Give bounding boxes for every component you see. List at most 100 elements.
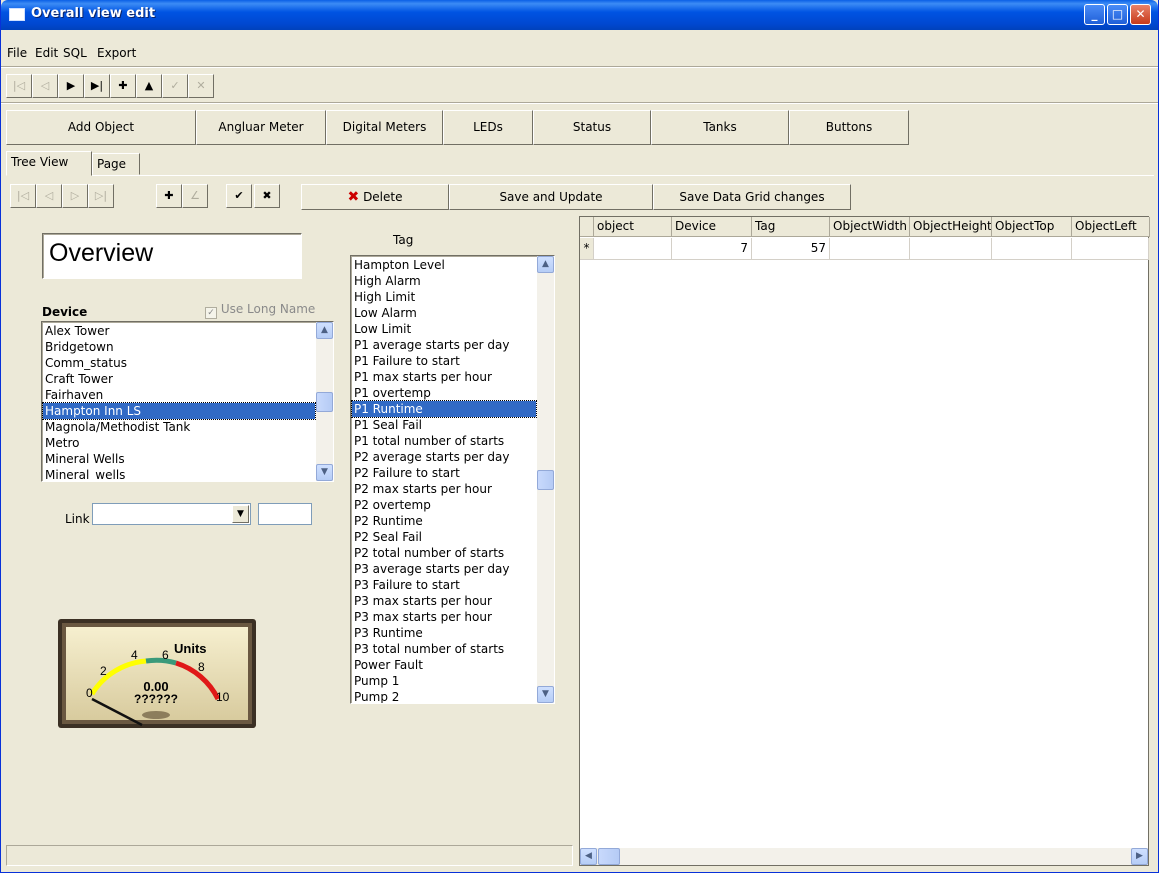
tag-item[interactable]: High Alarm xyxy=(352,273,536,289)
tag-scrollbar[interactable]: ▲ ▼ xyxy=(537,256,554,703)
nav-up-button[interactable]: ▲ xyxy=(136,74,162,98)
grid-cell-tag[interactable]: 57 xyxy=(752,238,830,260)
scroll-thumb[interactable] xyxy=(598,848,620,865)
device-item[interactable]: Magnola/Methodist Tank xyxy=(43,419,315,435)
tag-list[interactable]: Hampton Level High Alarm High Limit Low Ala… xyxy=(350,255,555,704)
tab-page[interactable]: Page xyxy=(92,153,140,175)
tag-item[interactable]: High Limit xyxy=(352,289,536,305)
device-item[interactable]: Craft Tower xyxy=(43,371,315,387)
menu-export[interactable]: Export xyxy=(97,46,136,60)
close-button[interactable]: ✕ xyxy=(1130,4,1151,25)
tag-item[interactable]: Low Alarm xyxy=(352,305,536,321)
nav-cancel-button[interactable]: ✕ xyxy=(188,74,214,98)
grid-cell-objecttop[interactable] xyxy=(992,238,1072,260)
overview-field[interactable]: Overview xyxy=(42,233,302,279)
tag-item[interactable]: P1 average starts per day xyxy=(352,337,536,353)
scroll-left-icon[interactable]: ◀ xyxy=(580,848,597,865)
use-long-name-checkbox[interactable]: ✓ Use Long Name xyxy=(205,302,315,319)
tag-item[interactable]: Pump 2 xyxy=(352,689,536,703)
tag-item[interactable]: P2 Seal Fail xyxy=(352,529,536,545)
grid-header-tag[interactable]: Tag xyxy=(752,217,830,237)
data-grid[interactable]: object Device Tag ObjectWidth ObjectHeig… xyxy=(579,216,1150,866)
tag-item[interactable]: P1 Seal Fail xyxy=(352,417,536,433)
tag-item[interactable]: P2 overtemp xyxy=(352,497,536,513)
tag-item[interactable]: Pump 1 xyxy=(352,673,536,689)
device-item[interactable]: Metro xyxy=(43,435,315,451)
grid-cell-objectheight[interactable] xyxy=(910,238,992,260)
tag-item[interactable]: P1 overtemp xyxy=(352,385,536,401)
tanks-button[interactable]: Tanks xyxy=(651,110,789,145)
grid-header-objectheight[interactable]: ObjectHeight xyxy=(910,217,992,237)
nav-add-button[interactable]: ✚ xyxy=(110,74,136,98)
link-combo[interactable]: ▼ xyxy=(92,503,251,525)
tag-item[interactable]: Power Fault xyxy=(352,657,536,673)
device-item[interactable]: Fairhaven xyxy=(43,387,315,403)
device-item[interactable]: Mineral Wells xyxy=(43,451,315,467)
scroll-down-icon[interactable]: ▼ xyxy=(537,686,554,703)
delete-button[interactable]: ✖ Delete xyxy=(301,184,449,210)
scroll-thumb[interactable] xyxy=(316,392,333,412)
scroll-right-icon[interactable]: ▶ xyxy=(1131,848,1148,865)
minimize-button[interactable]: _ xyxy=(1084,4,1105,25)
menu-edit[interactable]: Edit xyxy=(35,46,58,60)
tag-item[interactable]: P2 Failure to start xyxy=(352,465,536,481)
add-object-button[interactable]: Add Object xyxy=(6,110,196,145)
sub-last-button[interactable]: ▷| xyxy=(88,184,114,208)
angular-meter-button[interactable]: Angluar Meter xyxy=(196,110,326,145)
tag-item[interactable]: P2 Runtime xyxy=(352,513,536,529)
tag-item[interactable]: P2 max starts per hour xyxy=(352,481,536,497)
sub-cancel-button[interactable]: ✖ xyxy=(254,184,280,208)
grid-cell-objectleft[interactable] xyxy=(1072,238,1149,260)
grid-header-objectleft[interactable]: ObjectLeft xyxy=(1072,217,1150,237)
grid-cell-device[interactable]: 7 xyxy=(672,238,752,260)
device-item[interactable]: Hampton Inn LS xyxy=(42,402,316,420)
menu-file[interactable]: File xyxy=(7,46,27,60)
tag-item[interactable]: Low Limit xyxy=(352,321,536,337)
nav-prev-button[interactable]: ◁ xyxy=(32,74,58,98)
chevron-down-icon[interactable]: ▼ xyxy=(232,505,249,523)
tag-item[interactable]: P1 max starts per hour xyxy=(352,369,536,385)
scroll-up-icon[interactable]: ▲ xyxy=(537,256,554,273)
device-item[interactable]: Alex Tower xyxy=(43,323,315,339)
grid-cell-object[interactable] xyxy=(594,238,672,260)
tab-tree-view[interactable]: Tree View xyxy=(6,151,92,176)
scroll-thumb[interactable] xyxy=(537,470,554,490)
device-item[interactable]: Bridgetown xyxy=(43,339,315,355)
sub-add-button[interactable]: ✚ xyxy=(156,184,182,208)
device-scrollbar[interactable]: ▲ ▼ xyxy=(316,322,333,481)
sub-first-button[interactable]: |◁ xyxy=(10,184,36,208)
device-list[interactable]: Alex Tower Bridgetown Comm_status Craft Tow… xyxy=(41,321,334,482)
menu-sql[interactable]: SQL xyxy=(63,46,87,60)
grid-header-device[interactable]: Device xyxy=(672,217,752,237)
link-extra-field[interactable] xyxy=(258,503,312,525)
tag-item[interactable]: P3 average starts per day xyxy=(352,561,536,577)
tag-item[interactable]: P1 Runtime xyxy=(351,400,537,418)
sub-post-button[interactable]: ✔ xyxy=(226,184,252,208)
grid-row-indicator[interactable]: * xyxy=(580,238,594,260)
sub-edit-button[interactable]: ∠ xyxy=(182,184,208,208)
digital-meters-button[interactable]: Digital Meters xyxy=(326,110,443,145)
nav-last-button[interactable]: ▶| xyxy=(84,74,110,98)
save-grid-changes-button[interactable]: Save Data Grid changes xyxy=(653,184,851,210)
tag-item[interactable]: P2 average starts per day xyxy=(352,449,536,465)
title-bar[interactable]: Overall view edit _ □ ✕ xyxy=(1,0,1158,30)
sub-prev-button[interactable]: ◁ xyxy=(36,184,62,208)
grid-header-objectwidth[interactable]: ObjectWidth xyxy=(830,217,910,237)
tag-item[interactable]: Hampton Level xyxy=(352,257,536,273)
grid-hscrollbar[interactable]: ◀ ▶ xyxy=(580,848,1148,865)
tag-item[interactable]: P3 Runtime xyxy=(352,625,536,641)
tag-item[interactable]: P3 Failure to start xyxy=(352,577,536,593)
leds-button[interactable]: LEDs xyxy=(443,110,533,145)
maximize-button[interactable]: □ xyxy=(1107,4,1128,25)
grid-header-object[interactable]: object xyxy=(594,217,672,237)
device-item[interactable]: Mineral_wells xyxy=(43,467,315,481)
tag-item[interactable]: P2 total number of starts xyxy=(352,545,536,561)
grid-cell-objectwidth[interactable] xyxy=(830,238,910,260)
scroll-up-icon[interactable]: ▲ xyxy=(316,322,333,339)
status-button[interactable]: Status xyxy=(533,110,651,145)
nav-post-button[interactable]: ✓ xyxy=(162,74,188,98)
nav-next-button[interactable]: ▶ xyxy=(58,74,84,98)
device-item[interactable]: Comm_status xyxy=(43,355,315,371)
tag-item[interactable]: P3 max starts per hour xyxy=(352,593,536,609)
tag-item[interactable]: P1 total number of starts xyxy=(352,433,536,449)
